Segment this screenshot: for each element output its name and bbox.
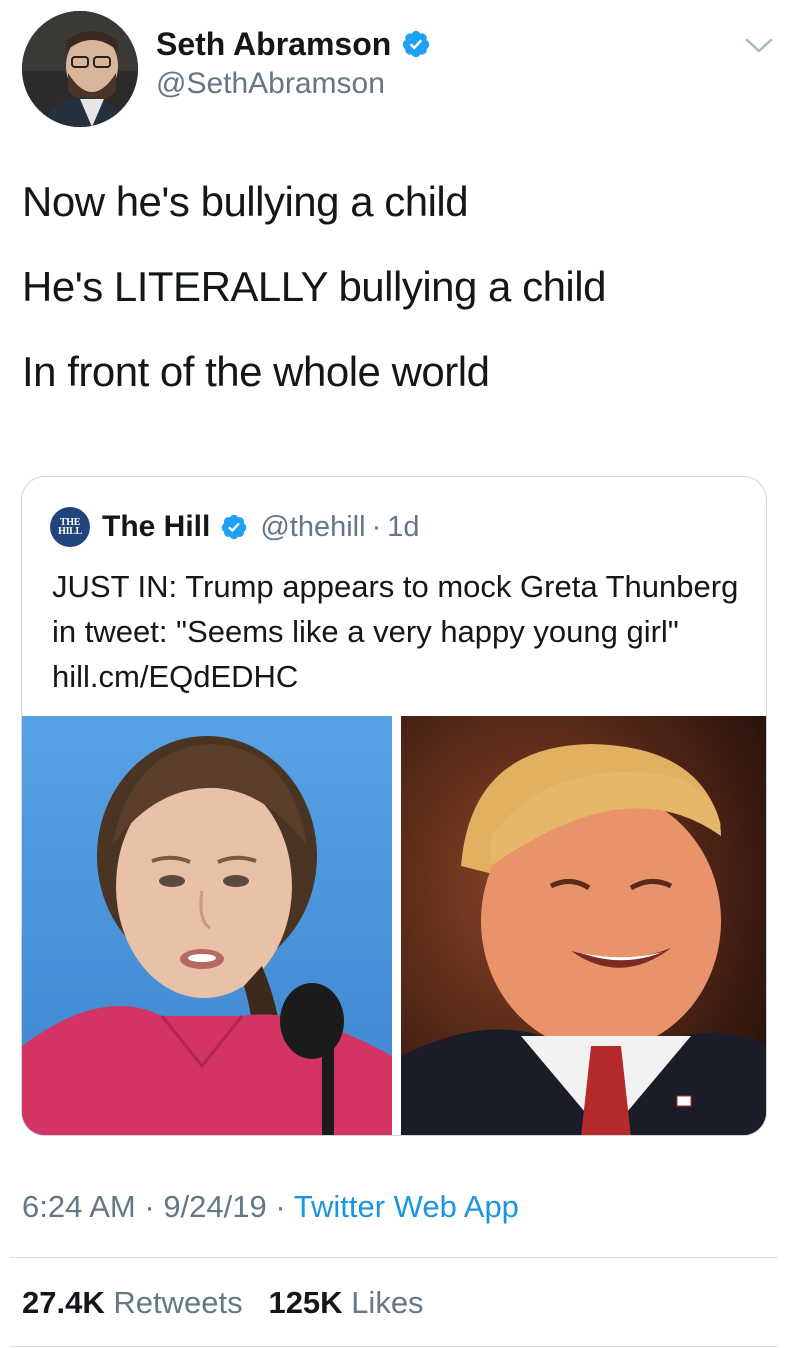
quoted-tweet-time: 1d: [387, 510, 420, 543]
avatar[interactable]: [22, 11, 138, 127]
likes-label: Likes: [351, 1285, 424, 1320]
tweet-date: 9/24/19: [163, 1189, 267, 1224]
retweets-stat[interactable]: 27.4K Retweets: [22, 1285, 251, 1320]
quoted-tweet-header: THE HILL The Hill @thehill · 1d: [50, 507, 420, 547]
tweet-text-line: In front of the whole world: [22, 348, 490, 395]
quoted-tweet-text: JUST IN: Trump appears to mock Greta Thu…: [52, 569, 739, 694]
divider: [10, 1346, 778, 1347]
quoted-author-handle: @thehill: [260, 510, 366, 543]
quoted-tweet-media[interactable]: [22, 716, 766, 1135]
separator-dot: ·: [275, 1189, 286, 1224]
tweet-text-line: Now he's bullying a child: [22, 178, 469, 225]
author-name-link[interactable]: Seth Abramson: [156, 24, 431, 64]
likes-stat[interactable]: 125K Likes: [268, 1285, 423, 1320]
verified-badge-icon: [403, 30, 430, 58]
media-photo-right[interactable]: [401, 716, 766, 1135]
tweet-meta: 6:24 AM · 9/24/19 · Twitter Web App: [22, 1186, 519, 1228]
photo-trump: [401, 716, 766, 1135]
separator-dot: ·: [371, 510, 382, 543]
photo-greta: [22, 716, 392, 1135]
quoted-author-name: The Hill: [102, 510, 211, 543]
logo-text-bottom: HILL: [58, 526, 82, 537]
divider: [10, 1257, 778, 1258]
retweets-label: Retweets: [113, 1285, 243, 1320]
tweet-detail-page: Seth Abramson @SethAbramson Now he's bul…: [0, 0, 788, 1348]
chevron-down-icon[interactable]: [744, 34, 774, 58]
tweet-stats: 27.4K Retweets 125K Likes: [22, 1282, 424, 1324]
media-photo-left[interactable]: [22, 716, 392, 1135]
quoted-tweet-card[interactable]: THE HILL The Hill @thehill · 1d JUST IN:…: [21, 476, 767, 1136]
retweets-count: 27.4K: [22, 1285, 105, 1320]
avatar-photo: [22, 11, 138, 127]
likes-count: 125K: [268, 1285, 343, 1320]
source-app-link[interactable]: Twitter Web App: [294, 1189, 519, 1224]
verified-badge-icon: [222, 514, 247, 540]
the-hill-logo-icon: THE HILL: [50, 507, 90, 547]
author-name: Seth Abramson: [156, 26, 392, 62]
author-handle[interactable]: @SethAbramson: [156, 66, 385, 102]
tweet-time: 6:24 AM: [22, 1189, 136, 1224]
media-divider: [392, 716, 401, 1135]
separator-dot: ·: [144, 1189, 155, 1224]
tweet-text-line: He's LITERALLY bullying a child: [22, 263, 606, 310]
